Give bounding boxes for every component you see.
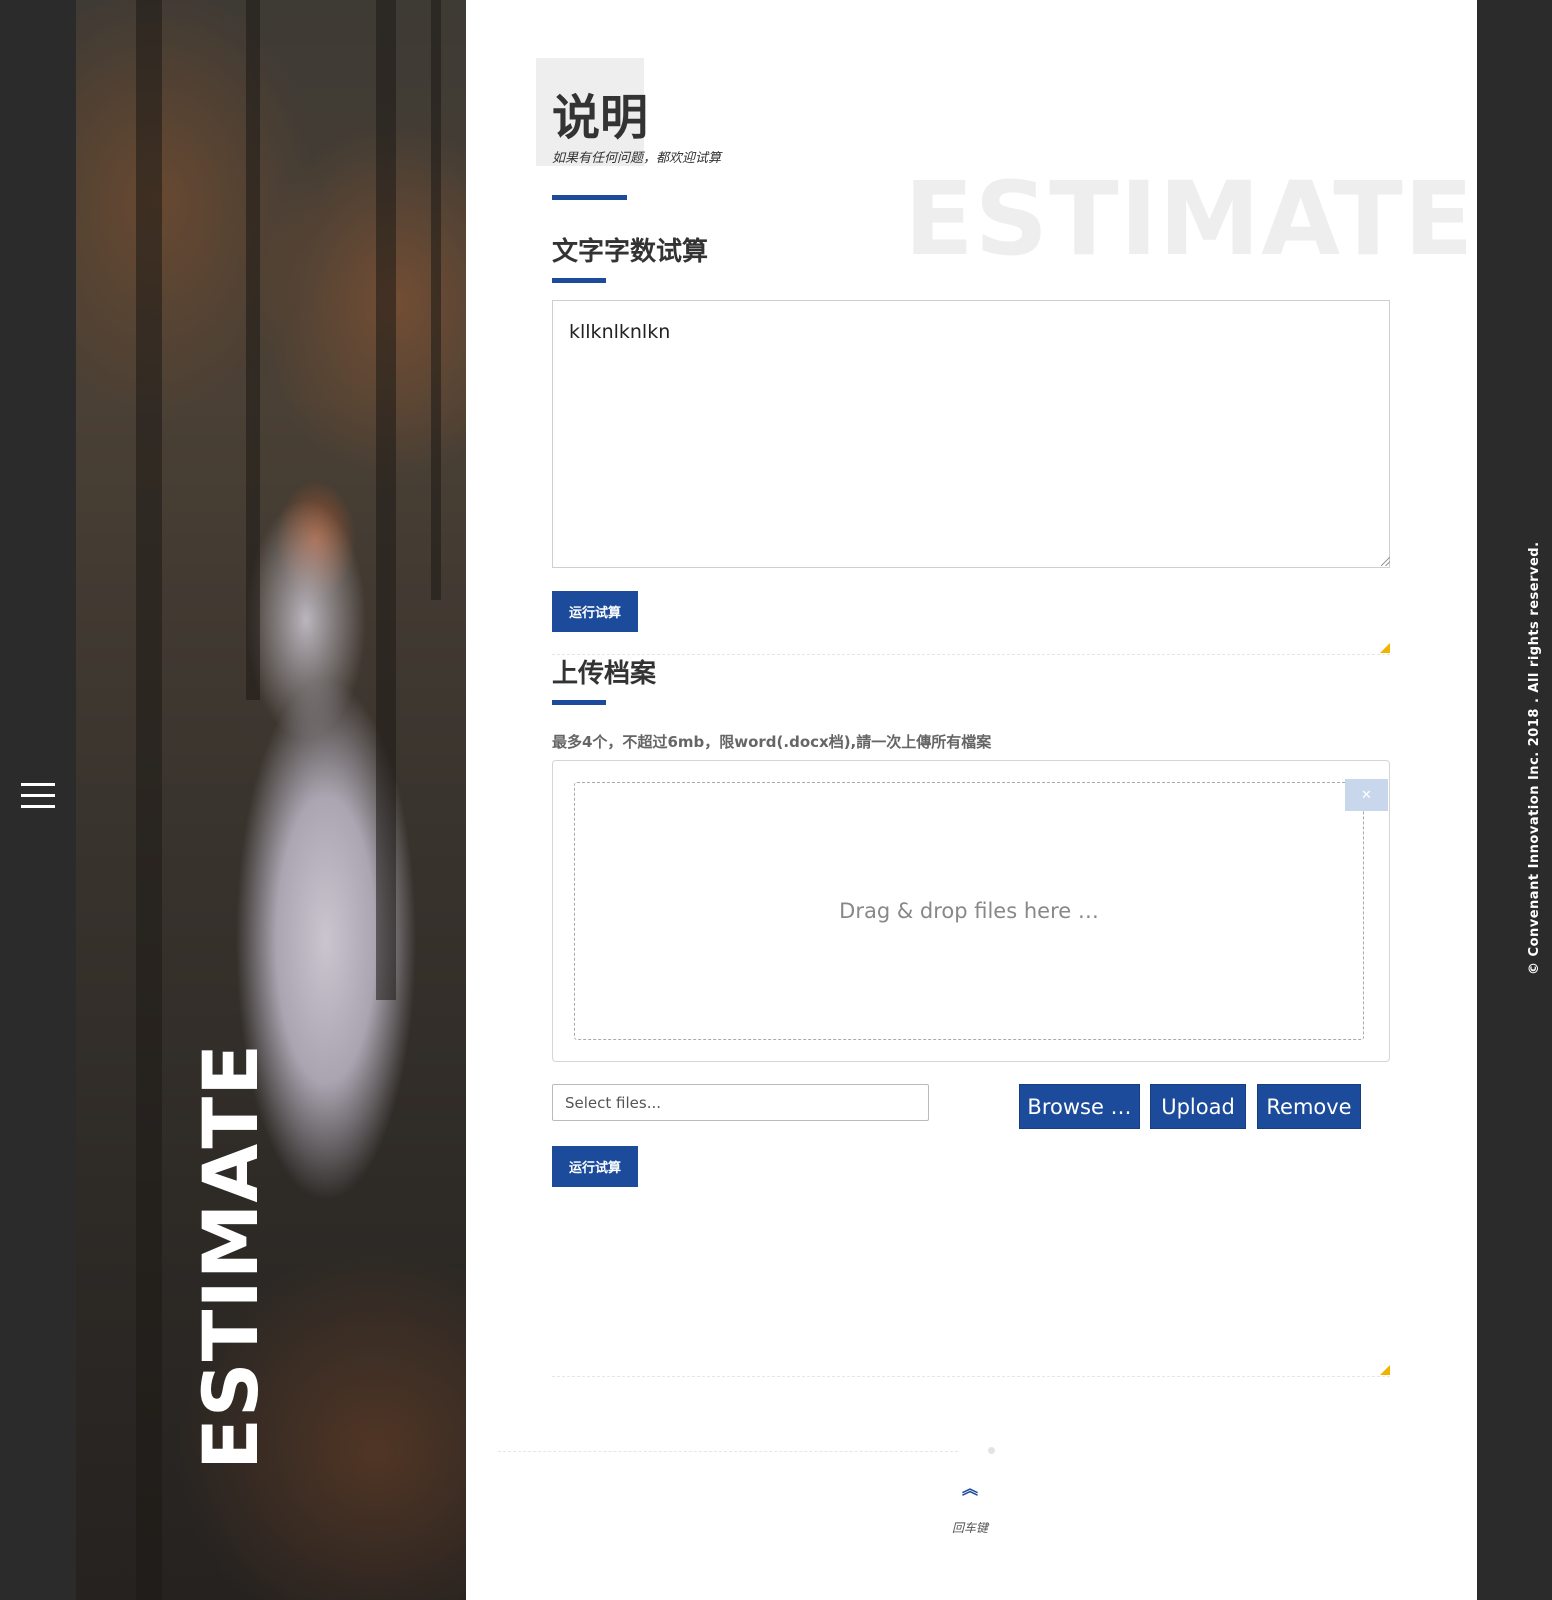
footer-divider	[498, 1451, 958, 1452]
hero-photo: ESTIMATE	[76, 0, 466, 1600]
remove-button[interactable]: Remove	[1257, 1084, 1361, 1129]
divider-dot	[988, 1447, 995, 1454]
run-upload-estimate-button[interactable]: 运行试算	[552, 1146, 638, 1187]
back-to-top-label[interactable]: 回车键	[952, 1519, 988, 1536]
main-content: 说明 如果有任何问题，都欢迎试算 ESTIMATE 文字字数试算 运行试算 上传…	[466, 0, 1477, 1600]
hamburger-menu-icon[interactable]	[21, 783, 55, 809]
browse-button[interactable]: Browse …	[1019, 1084, 1140, 1129]
accent-bar	[552, 195, 627, 200]
run-estimate-button[interactable]: 运行试算	[552, 591, 638, 632]
corner-mark	[1380, 643, 1390, 653]
upload-button[interactable]: Upload	[1150, 1084, 1246, 1129]
text-estimate-heading: 文字字数试算	[552, 237, 709, 267]
upload-heading: 上传档案	[552, 659, 657, 689]
textarea-resize-handle[interactable]	[1381, 557, 1390, 566]
heading-underline	[552, 278, 606, 283]
upload-help-text: 最多4个，不超过6mb，限word(.docx档),請一次上傳所有檔案	[552, 733, 992, 751]
drop-zone[interactable]: Drag & drop files here …	[574, 782, 1364, 1040]
drop-zone-text: Drag & drop files here …	[839, 899, 1099, 923]
hero-vertical-word: ESTIMATE	[186, 1042, 275, 1470]
page-title: 说明	[552, 90, 649, 146]
file-select-input[interactable]: Select files...	[552, 1084, 929, 1121]
text-estimate-textarea[interactable]	[552, 300, 1390, 568]
watermark-word: ESTIMATE	[904, 160, 1475, 279]
corner-mark	[1380, 1365, 1390, 1375]
section-divider	[552, 1376, 1390, 1377]
left-rail	[0, 0, 76, 1600]
page-subtitle: 如果有任何问题，都欢迎试算	[552, 151, 722, 166]
section-divider	[552, 654, 1390, 655]
close-icon[interactable]: ✕	[1345, 779, 1388, 811]
copyright-text: © Convenant Innovation Inc. 2018 . All r…	[1527, 541, 1542, 975]
double-chevron-up-icon[interactable]: ︽	[962, 1482, 978, 1498]
heading-underline	[552, 700, 606, 705]
